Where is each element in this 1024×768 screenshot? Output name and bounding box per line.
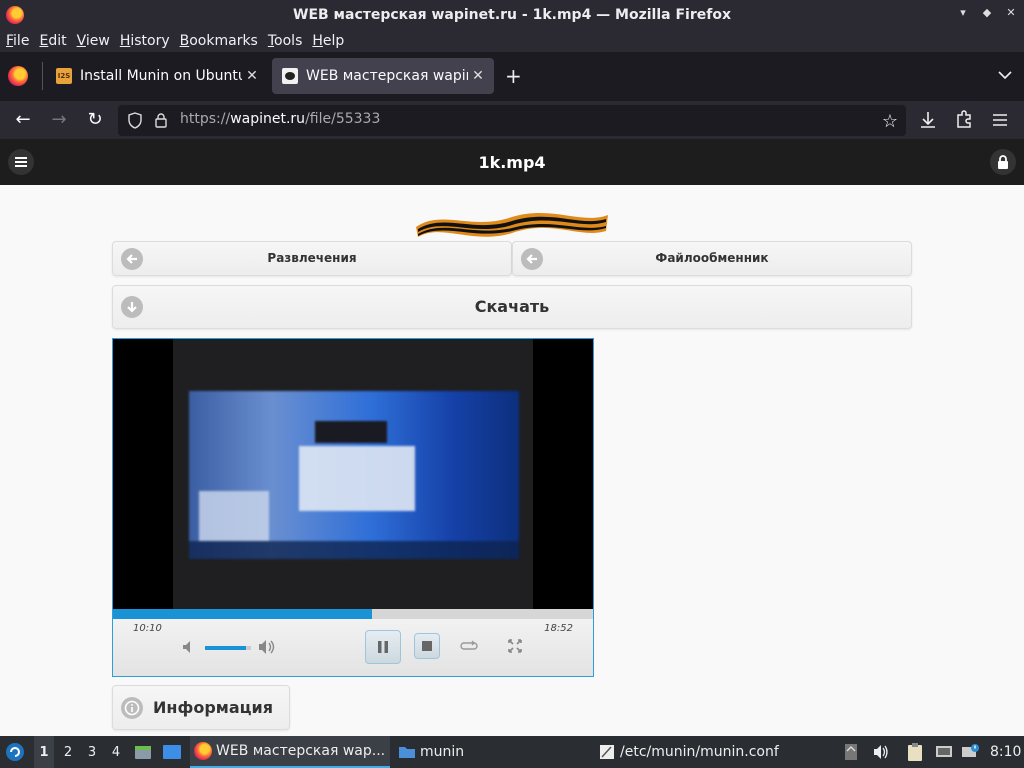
taskbar-window-label: WEB мастерская wap...	[216, 743, 386, 759]
tab-strip: I2S Install Munin on Ubuntu ✕ WEB мастер…	[0, 52, 1024, 100]
video-frame[interactable]	[113, 339, 593, 609]
reload-icon[interactable]: ↻	[84, 109, 106, 131]
video-player: 10:10 18:52	[112, 338, 594, 677]
menu-help[interactable]: Help	[312, 33, 344, 49]
menu-edit[interactable]: Edit	[39, 33, 66, 49]
menu-tools[interactable]: Tools	[268, 33, 303, 49]
bookmark-star-icon[interactable]: ☆	[882, 111, 898, 132]
menu-bookmarks[interactable]: Bookmarks	[180, 33, 258, 49]
firefox-icon	[6, 6, 24, 24]
chevron-down-icon[interactable]	[998, 68, 1012, 82]
site-header: 1k.mp4	[0, 139, 1024, 185]
firefox-view-icon[interactable]	[8, 66, 28, 86]
lock-icon[interactable]	[990, 149, 1016, 175]
tray-scroll-icon[interactable]	[844, 736, 860, 768]
workspace-4[interactable]: 4	[106, 736, 126, 768]
taskbar-window-editor[interactable]: /etc/munin/munin.conf	[594, 736, 794, 768]
download-button[interactable]: Скачать	[112, 285, 912, 329]
updates-icon[interactable]	[960, 736, 982, 768]
seek-progress	[113, 609, 372, 619]
app-launcher-icon[interactable]	[4, 736, 28, 768]
clipboard-icon[interactable]	[906, 736, 928, 768]
close-tab-icon[interactable]: ✕	[468, 68, 488, 84]
video-content	[189, 391, 519, 559]
arrow-left-icon	[521, 248, 543, 270]
workspace-1[interactable]: 1	[34, 736, 54, 768]
i2s-icon: I2S	[56, 68, 72, 84]
info-button[interactable]: Информация	[112, 685, 290, 730]
clock[interactable]: 8:10	[990, 736, 1021, 768]
tab-label: WEB мастерская wapinet.ru	[306, 68, 468, 84]
st-george-ribbon-icon	[416, 213, 608, 237]
show-desktop-icon[interactable]	[162, 736, 184, 768]
arrow-left-icon	[121, 248, 143, 270]
page-title: 1k.mp4	[478, 153, 546, 172]
tab-munin[interactable]: I2S Install Munin on Ubuntu ✕	[46, 58, 268, 94]
tab-label: Install Munin on Ubuntu	[80, 68, 242, 84]
nav-fileshare-label: Файлообменник	[655, 251, 769, 265]
stop-button[interactable]	[414, 633, 440, 659]
text-editor-icon	[600, 745, 614, 759]
info-icon	[121, 697, 143, 719]
player-controls: 10:10 18:52	[113, 619, 593, 676]
volume-level	[205, 646, 247, 650]
firefox-icon	[194, 742, 212, 760]
lock-icon[interactable]	[154, 112, 168, 129]
volume-slider[interactable]	[205, 646, 251, 650]
shield-icon[interactable]	[128, 112, 142, 129]
new-tab-icon[interactable]: +	[505, 66, 522, 86]
taskbar-window-label: /etc/munin/munin.conf	[620, 744, 779, 760]
extensions-icon[interactable]	[953, 109, 975, 131]
page-content: Развлечения Файлообменник Скачать 10:10 …	[0, 185, 1024, 736]
repeat-icon[interactable]	[459, 639, 479, 653]
fullscreen-icon[interactable]	[507, 638, 523, 654]
download-icon[interactable]	[917, 109, 939, 131]
stop-icon	[422, 641, 432, 651]
menu-file[interactable]: File	[6, 33, 29, 49]
tab-wapinet[interactable]: WEB мастерская wapinet.ru ✕	[272, 58, 494, 94]
nav-entertainment-label: Развлечения	[267, 251, 357, 265]
workspace-3[interactable]: 3	[82, 736, 102, 768]
pause-icon	[378, 641, 388, 653]
total-duration: 18:52	[544, 623, 573, 634]
workspace-2[interactable]: 2	[58, 736, 78, 768]
volume-mute-icon[interactable]	[181, 639, 197, 655]
volume-max-icon[interactable]	[257, 638, 277, 656]
volume-icon[interactable]	[872, 736, 892, 768]
navigation-bar: ← → ↻ https://wapinet.ru/file/55333 ☆	[0, 100, 1024, 139]
nav-fileshare-button[interactable]: Файлообменник	[512, 241, 912, 276]
taskbar-window-munin[interactable]: munin	[394, 736, 494, 768]
network-icon[interactable]	[934, 736, 956, 768]
info-label: Информация	[153, 698, 273, 717]
file-manager-icon[interactable]	[134, 736, 154, 768]
tab-divider	[42, 62, 43, 90]
maximize-icon[interactable]: ◆	[982, 6, 992, 20]
arrow-down-icon	[121, 296, 143, 318]
taskbar-window-firefox[interactable]: WEB мастерская wap...	[190, 736, 390, 768]
seek-bar[interactable]	[113, 609, 593, 619]
elapsed-time: 10:10	[133, 623, 162, 634]
nav-entertainment-button[interactable]: Развлечения	[112, 241, 512, 276]
folder-icon	[399, 747, 415, 758]
window-titlebar: WEB мастерская wapinet.ru - 1k.mp4 — Moz…	[0, 0, 1024, 30]
download-label: Скачать	[474, 297, 550, 316]
close-icon[interactable]: ✕	[1006, 6, 1016, 20]
taskbar-window-label: munin	[420, 744, 465, 760]
back-arrow-icon[interactable]: ←	[12, 109, 34, 131]
url-text[interactable]: https://wapinet.ru/file/55333	[180, 111, 380, 127]
wapinet-icon	[282, 68, 298, 84]
url-bar[interactable]: https://wapinet.ru/file/55333 ☆	[118, 105, 906, 136]
forward-arrow-icon[interactable]: →	[48, 109, 70, 131]
window-title: WEB мастерская wapinet.ru - 1k.mp4 — Moz…	[293, 7, 731, 23]
minimize-icon[interactable]: ▾	[958, 6, 968, 20]
menu-bar: File Edit View History Bookmarks Tools H…	[0, 30, 1024, 52]
pause-button[interactable]	[365, 630, 401, 664]
taskbar: 1 2 3 4 WEB мастерская wap... munin /etc…	[0, 736, 1024, 768]
menu-history[interactable]: History	[120, 33, 170, 49]
app-menu-icon[interactable]	[989, 109, 1011, 131]
close-tab-icon[interactable]: ✕	[242, 68, 262, 84]
menu-view[interactable]: View	[77, 33, 110, 49]
